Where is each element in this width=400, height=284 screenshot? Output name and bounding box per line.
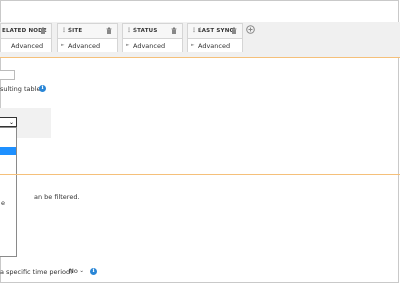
column-last-sync[interactable]: ⋮⋮ LAST SYNC ► Advanced — [187, 23, 243, 52]
drag-handle-icon[interactable]: ⋮⋮ — [126, 24, 138, 38]
advanced-label: Advanced — [68, 42, 101, 50]
column-site[interactable]: ⋮⋮ SITE ► Advanced — [57, 23, 118, 52]
time-period-value: No — [69, 267, 78, 275]
time-period-select[interactable]: No ⌄ — [68, 266, 86, 276]
column-header[interactable]: ⋮⋮ SITE — [58, 24, 117, 38]
caret-right-icon: ► — [61, 43, 65, 48]
trash-icon[interactable] — [171, 27, 177, 34]
advanced-toggle[interactable]: ► Advanced — [123, 38, 182, 52]
advanced-toggle[interactable]: Advanced — [1, 38, 51, 52]
advanced-toggle[interactable]: ► Advanced — [58, 38, 117, 52]
column-header[interactable]: ⋮⋮ STATUS — [123, 24, 182, 38]
caret-right-icon: ► — [126, 43, 130, 48]
column-header[interactable]: ELATED NODE — [1, 24, 51, 38]
time-period-question: a specific time period? — [0, 268, 74, 276]
caret-right-icon: ► — [191, 43, 195, 48]
section-divider — [0, 57, 400, 58]
dropdown-option[interactable]: e — [1, 199, 5, 207]
drag-handle-icon[interactable]: ⋮⋮ — [191, 24, 203, 38]
advanced-label: Advanced — [198, 42, 231, 50]
resulting-table-text: sulting table — [0, 85, 41, 93]
chevron-down-icon: ⌄ — [8, 119, 14, 126]
drag-handle-icon[interactable]: ⋮⋮ — [61, 24, 73, 38]
field-select[interactable]: ⌄ — [0, 117, 17, 127]
trash-icon[interactable] — [231, 27, 237, 34]
trash-icon[interactable] — [40, 27, 46, 34]
info-icon[interactable]: i — [39, 85, 46, 92]
info-icon[interactable]: i — [90, 268, 97, 275]
add-column-icon[interactable] — [246, 25, 255, 34]
chevron-down-icon: ⌄ — [79, 268, 84, 274]
filter-note-text: an be filtered. — [34, 193, 80, 201]
select-dropdown-list[interactable]: e — [0, 127, 17, 257]
column-header[interactable]: ⋮⋮ LAST SYNC — [188, 24, 242, 38]
advanced-label: Advanced — [133, 42, 166, 50]
advanced-label: Advanced — [11, 42, 44, 50]
column-related-node[interactable]: ELATED NODE Advanced — [0, 23, 52, 52]
column-status[interactable]: ⋮⋮ STATUS ► Advanced — [122, 23, 183, 52]
section-divider — [0, 174, 400, 175]
trash-icon[interactable] — [106, 27, 112, 34]
advanced-toggle[interactable]: ► Advanced — [188, 38, 242, 52]
number-input[interactable] — [0, 70, 15, 80]
dropdown-option-selected[interactable] — [0, 147, 16, 155]
